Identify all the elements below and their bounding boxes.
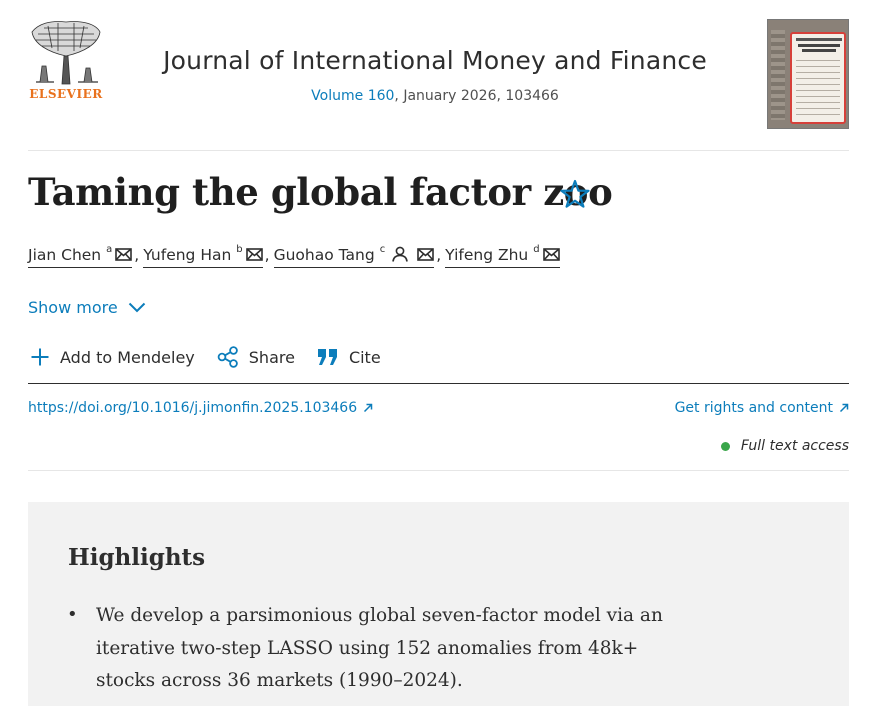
plus-icon xyxy=(31,348,49,366)
doi-link[interactable]: https://doi.org/10.1016/j.jimonfin.2025.… xyxy=(28,400,373,416)
cite-label: Cite xyxy=(348,347,381,367)
author-name: Yufeng Han xyxy=(143,246,232,264)
external-link-icon xyxy=(839,403,849,413)
author-name: Jian Chen xyxy=(28,246,102,264)
tree-logo-icon xyxy=(31,21,101,85)
author-link[interactable]: Yifeng Zhu d xyxy=(445,244,560,268)
access-label: Full text access xyxy=(740,438,849,454)
envelope-icon xyxy=(115,248,133,261)
toolbar-divider xyxy=(28,383,849,384)
affiliation-marker: b xyxy=(236,244,243,255)
external-link-icon xyxy=(364,403,373,413)
issue-details: , January 2026, 103466 xyxy=(394,88,559,104)
quote-icon xyxy=(317,349,337,365)
envelope-icon xyxy=(542,248,560,261)
publisher-wordmark: ELSEVIER xyxy=(29,87,103,101)
rights-text: Get rights and content xyxy=(674,400,833,416)
author-name: Guohao Tang xyxy=(273,246,375,264)
affiliation-marker: c xyxy=(379,244,386,255)
bullet-icon: • xyxy=(67,604,78,625)
doi-text: https://doi.org/10.1016/j.jimonfin.2025.… xyxy=(28,400,358,416)
highlights-heading: Highlights xyxy=(68,544,206,571)
share-button[interactable]: Share xyxy=(217,346,295,368)
person-icon xyxy=(392,246,409,262)
cite-button[interactable]: Cite xyxy=(317,348,381,367)
affiliation-marker: d xyxy=(533,244,540,255)
author-list: Jian Chen a , Yufeng Han b , Guohao Tang… xyxy=(28,244,560,274)
affiliation-marker: a xyxy=(106,244,113,255)
chevron-down-icon xyxy=(128,302,145,313)
highlight-item: We develop a parsimonious global seven-f… xyxy=(96,605,663,691)
access-indicator: Full text access xyxy=(720,438,849,454)
author-link[interactable]: Guohao Tang c xyxy=(273,244,435,268)
access-status-dot-icon xyxy=(720,441,730,451)
issue-info: Volume 160, January 2026, 103466 xyxy=(130,88,740,104)
article-title: Taming the global factor zoo xyxy=(28,170,613,214)
journal-cover-image[interactable] xyxy=(767,19,849,129)
author-separator: , xyxy=(436,246,442,264)
cover-panel xyxy=(790,32,846,124)
envelope-icon xyxy=(245,248,263,261)
envelope-icon xyxy=(417,248,435,261)
share-label: Share xyxy=(248,347,295,367)
author-separator: , xyxy=(264,246,270,264)
author-name: Yifeng Zhu xyxy=(445,246,529,264)
get-rights-link[interactable]: Get rights and content xyxy=(675,400,849,416)
star-icon[interactable] xyxy=(560,178,590,210)
show-more-button[interactable]: Show more xyxy=(28,298,146,317)
article-toolbar: Add to Mendeley Share Cite xyxy=(30,346,403,368)
author-link[interactable]: Jian Chen a xyxy=(28,244,133,268)
mendeley-label: Add to Mendeley xyxy=(60,347,195,367)
show-more-label: Show more xyxy=(28,298,118,317)
author-link[interactable]: Yufeng Han b xyxy=(143,244,263,268)
journal-title-link[interactable]: Journal of International Money and Finan… xyxy=(130,46,740,75)
volume-link[interactable]: Volume 160 xyxy=(311,88,394,104)
add-to-mendeley-button[interactable]: Add to Mendeley xyxy=(30,347,195,367)
header-divider xyxy=(28,150,849,151)
author-separator: , xyxy=(134,246,140,264)
section-divider xyxy=(28,470,849,471)
cover-stripe xyxy=(771,30,785,120)
share-icon xyxy=(217,346,238,368)
